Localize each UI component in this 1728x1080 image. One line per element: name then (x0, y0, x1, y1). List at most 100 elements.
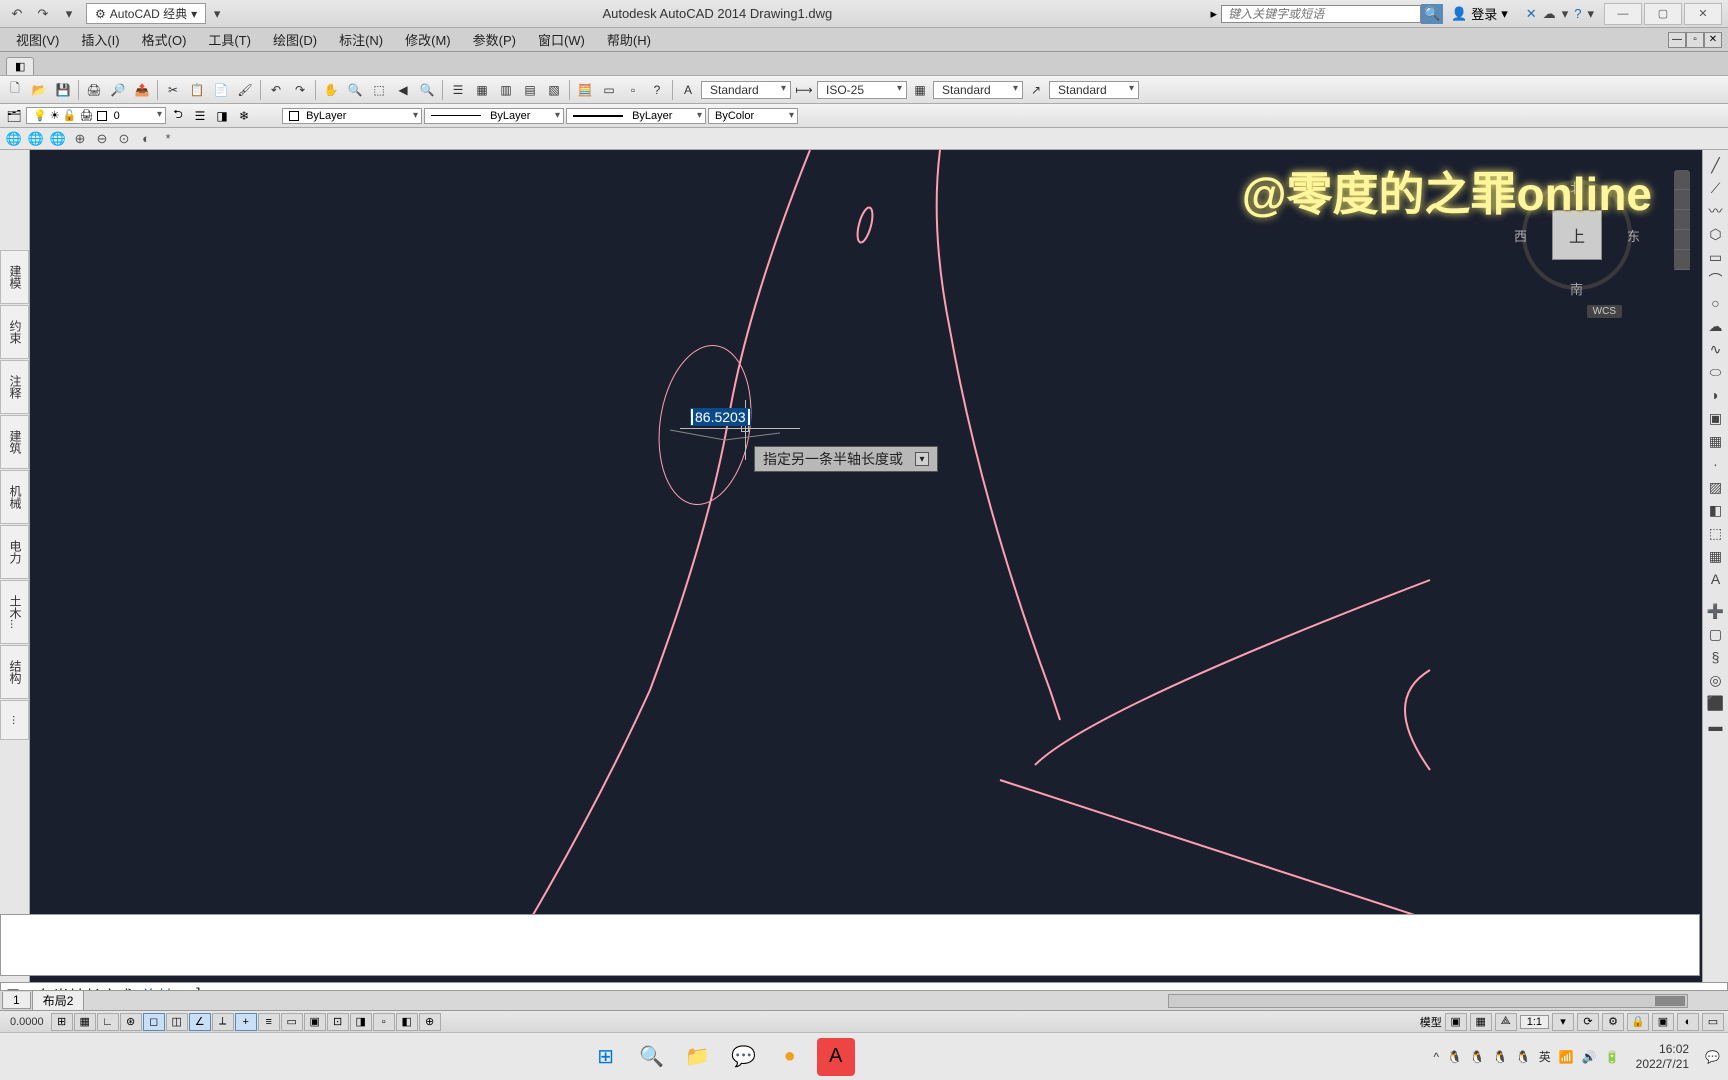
make-block-icon[interactable]: ▦ (1705, 430, 1727, 452)
battery-icon[interactable]: 🔋 (1605, 1050, 1620, 1064)
snap-toggle[interactable]: ⊞ (51, 1013, 73, 1031)
layout-max-icon[interactable]: ▣ (1445, 1013, 1467, 1031)
zoom-prev-icon[interactable]: ◀ (392, 79, 414, 101)
cloud-icon[interactable]: ☁ (1543, 6, 1556, 22)
prompt-dropdown-icon[interactable]: ▾ (915, 452, 929, 466)
palette-tab-elec[interactable]: 电力 (0, 525, 29, 579)
point-icon[interactable]: · (1705, 453, 1727, 475)
globe6-icon[interactable]: ⊙ (114, 129, 134, 149)
rectangle-icon[interactable]: ▭ (1705, 246, 1727, 268)
text-style-combo[interactable]: Standard (701, 81, 791, 99)
menu-tools[interactable]: 工具(T) (198, 28, 261, 51)
start-button[interactable]: ⊞ (587, 1038, 625, 1076)
view-cube[interactable]: 上 北 南 西 东 (1512, 170, 1642, 300)
text-style-icon[interactable]: A (677, 79, 699, 101)
doc-close-button[interactable]: ✕ (1704, 32, 1722, 48)
nav-showmotion-icon[interactable] (1674, 250, 1690, 270)
exchange-icon[interactable]: ✕ (1526, 6, 1537, 22)
clean-screen-icon[interactable]: ▭ (1702, 1013, 1724, 1031)
palette-tab-more[interactable]: ... (0, 700, 29, 740)
copy-icon[interactable]: 📋 (186, 79, 208, 101)
menu-parametric[interactable]: 参数(P) (463, 28, 526, 51)
layer-manager-icon[interactable]: 🗂 (4, 106, 24, 126)
open-icon[interactable]: 📂 (28, 79, 50, 101)
palette-tab-struct[interactable]: 结构 (0, 645, 29, 699)
paste-icon[interactable]: 📄 (210, 79, 232, 101)
help-icon[interactable]: ? (1574, 6, 1581, 21)
plotstyle-combo[interactable]: ByColor (708, 108, 798, 124)
hatch-icon[interactable]: ▨ (1705, 476, 1727, 498)
grid-toggle[interactable]: ▦ (74, 1013, 96, 1031)
publish-icon[interactable]: 📤 (131, 79, 153, 101)
sign-in-button[interactable]: 👤 登录 ▾ (1443, 4, 1516, 23)
nav-zoom-icon[interactable] (1674, 210, 1690, 230)
globe5-icon[interactable]: ⊖ (92, 129, 112, 149)
dynamic-input-field[interactable]: 86.5203 (690, 408, 751, 426)
line-icon[interactable]: ╱ (1705, 154, 1727, 176)
ducs-toggle[interactable]: ⟂ (212, 1013, 234, 1031)
nav-orbit-icon[interactable] (1674, 230, 1690, 250)
layer-prev-icon[interactable]: ⮌ (168, 106, 188, 126)
layout-tab-model[interactable]: 1 (2, 992, 31, 1009)
wcs-badge[interactable]: WCS (1587, 305, 1622, 318)
isolate-icon[interactable]: ◐ (1677, 1013, 1699, 1031)
viewcube-face-top[interactable]: 上 (1552, 210, 1602, 260)
sc-toggle[interactable]: ⊡ (327, 1013, 349, 1031)
ime-indicator[interactable]: 英 (1539, 1048, 1551, 1065)
layer-iso-icon[interactable]: ◨ (212, 106, 232, 126)
lineweight-combo[interactable]: ByLayer (566, 108, 706, 124)
cube-icon[interactable]: ◐ (136, 129, 156, 149)
menu-modify[interactable]: 修改(M) (395, 28, 461, 51)
layer-state-icon[interactable]: ☰ (190, 106, 210, 126)
otrack-toggle[interactable]: ∠ (189, 1013, 211, 1031)
clean-icon[interactable]: ▫ (622, 79, 644, 101)
globe4-icon[interactable]: ⊕ (70, 129, 90, 149)
undo-icon[interactable]: ↶ (6, 4, 28, 24)
annotation-scale[interactable]: 1:1 (1520, 1015, 1549, 1029)
ribbon-tab[interactable]: ◧ (6, 57, 34, 75)
coord-readout[interactable]: 0.0000 (4, 1016, 50, 1028)
globe-icon[interactable]: 🌐 (4, 129, 24, 149)
preview-icon[interactable]: 🔎 (107, 79, 129, 101)
helix-icon[interactable]: § (1705, 646, 1727, 668)
zoom-window-icon[interactable]: ⬚ (368, 79, 390, 101)
wipeout-icon[interactable]: ▢ (1705, 623, 1727, 645)
redo-icon[interactable]: ↷ (32, 4, 54, 24)
hscroll-thumb[interactable] (1655, 996, 1685, 1006)
ann-vis-toggle[interactable]: ⊕ (419, 1013, 441, 1031)
tray-qq4-icon[interactable]: 🐧 (1516, 1050, 1531, 1064)
polar-toggle[interactable]: ⊛ (120, 1013, 142, 1031)
globe3-icon[interactable]: 🌐 (48, 129, 68, 149)
close-button[interactable]: ✕ (1684, 3, 1722, 25)
hscroll-track[interactable] (1168, 994, 1688, 1008)
osnap-toggle[interactable]: ◻ (143, 1013, 165, 1031)
ellipse-arc-icon[interactable]: ◗ (1705, 384, 1727, 406)
navigation-bar[interactable] (1674, 170, 1690, 270)
spline-icon[interactable]: ∿ (1705, 338, 1727, 360)
properties-icon[interactable]: ☰ (447, 79, 469, 101)
menu-draw[interactable]: 绘图(D) (263, 28, 327, 51)
add-selected-icon[interactable]: ➕ (1705, 600, 1727, 622)
volume-icon[interactable]: 🔊 (1582, 1050, 1597, 1064)
viewcube-east[interactable]: 东 (1627, 226, 1640, 245)
ann-auto-icon[interactable]: ⟳ (1577, 1013, 1599, 1031)
palette-tab-constraint[interactable]: 约束 (0, 305, 29, 359)
new-icon[interactable]: 🗋 (4, 79, 26, 101)
search-input[interactable] (1221, 5, 1421, 23)
polyline-icon[interactable]: 〰 (1705, 200, 1727, 222)
nav-pan-icon[interactable] (1674, 190, 1690, 210)
qp-toggle[interactable]: ▣ (304, 1013, 326, 1031)
linetype-combo[interactable]: ByLayer (424, 108, 564, 124)
table-style-icon[interactable]: ▦ (909, 79, 931, 101)
mtext-icon[interactable]: A (1705, 568, 1727, 590)
tray-qq1-icon[interactable]: 🐧 (1447, 1050, 1462, 1064)
search-icon[interactable]: 🔍 (1421, 4, 1443, 24)
orbit-icon[interactable]: * (158, 129, 178, 149)
table-style-combo[interactable]: Standard (933, 81, 1023, 99)
qat-dropdown-icon[interactable]: ▾ (58, 4, 80, 24)
lwt-toggle[interactable]: ≡ (258, 1013, 280, 1031)
globe2-icon[interactable]: 🌐 (26, 129, 46, 149)
3dosnap-toggle[interactable]: ◫ (166, 1013, 188, 1031)
viewcube-south[interactable]: 南 (1570, 279, 1583, 298)
drawing-canvas[interactable]: @零度的之罪online 上 北 南 西 东 WCS (30, 150, 1702, 1032)
